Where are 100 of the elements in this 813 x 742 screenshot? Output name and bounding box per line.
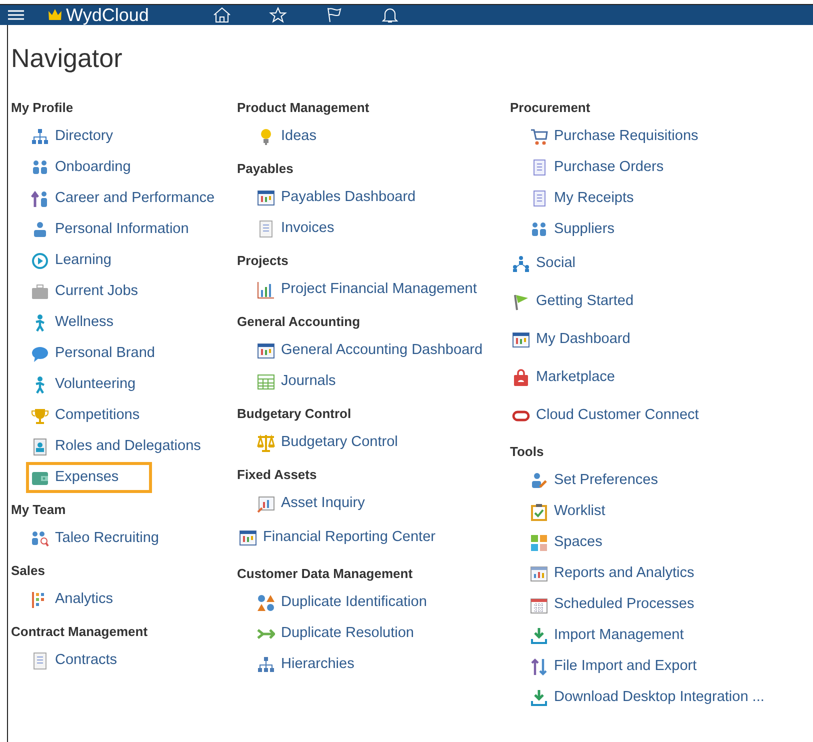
person-icon <box>31 220 49 238</box>
bell-icon[interactable] <box>380 7 399 23</box>
navigator-link[interactable]: Purchase Orders <box>525 152 673 183</box>
dashboard-icon <box>257 342 275 360</box>
navigator-link[interactable]: Duplicate Identification <box>252 587 436 618</box>
navigator-link[interactable]: Taleo Recruiting <box>26 523 168 554</box>
group-heading: Payables <box>237 160 294 178</box>
trophy-icon <box>31 406 49 424</box>
group-heading: Sales <box>11 562 46 580</box>
document-icon <box>257 220 275 238</box>
navigator-link[interactable]: Marketplace <box>507 359 624 397</box>
navigator-link[interactable]: Learning <box>26 245 120 276</box>
bar-chart-icon <box>257 280 275 298</box>
navigator-link[interactable]: Roles and Delegations <box>26 431 210 462</box>
navigator-link[interactable]: Social <box>507 245 584 283</box>
navigator-link[interactable]: Scheduled Processes <box>525 589 704 620</box>
navigator-link[interactable]: Current Jobs <box>26 276 148 307</box>
group-heading: Customer Data Management <box>237 565 414 583</box>
clipboard-icon <box>530 502 548 520</box>
navigator-link[interactable]: Invoices <box>252 213 344 244</box>
navigator-link[interactable]: Getting Started <box>507 283 643 321</box>
star-icon[interactable] <box>268 7 287 23</box>
dashboard-icon <box>239 529 257 547</box>
org-chart-icon <box>257 656 275 674</box>
download-icon <box>530 688 548 706</box>
flag-icon[interactable] <box>324 7 343 23</box>
navigator-link[interactable]: Personal Brand <box>26 338 164 369</box>
navigator-link[interactable]: Project Financial Management <box>252 274 486 305</box>
group-heading: My Team <box>11 501 67 519</box>
document-icon <box>31 652 49 670</box>
navigator-link[interactable]: Financial Reporting Center <box>234 519 444 557</box>
home-icon[interactable] <box>212 7 231 23</box>
navigator-link[interactable]: Duplicate Resolution <box>252 618 423 649</box>
navigator-link[interactable]: Purchase Requisitions <box>525 121 708 152</box>
dashboard-icon <box>512 331 530 349</box>
flag-icon <box>512 293 530 311</box>
navigator-link[interactable]: My Dashboard <box>507 321 640 359</box>
navigator-link[interactable]: Download Desktop Integration ... <box>525 682 774 713</box>
people-icon <box>31 530 49 548</box>
navigator-link[interactable]: Ideas <box>252 121 326 152</box>
navigator-link[interactable]: Import Management <box>525 620 693 651</box>
navigator-link[interactable]: Set Preferences <box>525 465 667 496</box>
org-chart-icon <box>31 128 49 146</box>
tiles-icon <box>530 534 548 552</box>
navigator-link[interactable]: General Accounting Dashboard <box>252 335 492 366</box>
logo[interactable]: WydCloud <box>66 5 149 25</box>
report-icon <box>530 564 548 582</box>
navigator-link[interactable]: Suppliers <box>525 214 624 245</box>
group-heading: My Profile <box>11 99 74 117</box>
navigator-link[interactable]: Wellness <box>26 307 123 338</box>
navigator-link[interactable]: Worklist <box>525 496 614 527</box>
group-heading: Fixed Assets <box>237 466 318 484</box>
person-pencil-icon <box>530 472 548 490</box>
navigator-link[interactable]: Asset Inquiry <box>252 488 374 519</box>
navigator-link[interactable]: Reports and Analytics <box>525 558 704 589</box>
group-heading: Projects <box>237 252 290 270</box>
group-heading: Tools <box>510 443 545 461</box>
group-heading: Product Management <box>237 99 370 117</box>
dashboard-icon <box>257 188 275 206</box>
group-heading: General Accounting <box>237 313 362 331</box>
menu-icon[interactable] <box>8 8 24 22</box>
briefcase-icon <box>31 282 49 300</box>
download-icon <box>530 626 548 644</box>
navigator-link[interactable]: Payables Dashboard <box>252 182 425 213</box>
navigator-link[interactable]: Career and Performance <box>26 183 224 214</box>
calendar-icon <box>530 596 548 614</box>
arrow-person-icon <box>31 190 49 208</box>
navigator-link[interactable]: Journals <box>252 366 345 397</box>
shopping-bag-icon <box>512 369 530 387</box>
navigator-link[interactable]: Spaces <box>525 527 612 558</box>
navigator-link[interactable]: Volunteering <box>26 369 145 400</box>
chart-icon <box>257 494 275 512</box>
navigator-link[interactable]: Personal Information <box>26 214 198 245</box>
navigator-link[interactable]: Contracts <box>26 645 126 676</box>
shapes-icon <box>257 594 275 612</box>
people-network-icon <box>512 255 530 273</box>
group-heading: Budgetary Control <box>237 405 352 423</box>
navigator-link[interactable]: Hierarchies <box>252 649 364 680</box>
people-icon <box>530 220 548 238</box>
speech-bubble-icon <box>31 344 49 362</box>
up-down-arrows-icon <box>530 658 548 676</box>
play-icon <box>31 252 49 270</box>
navigator-link[interactable]: Analytics <box>26 584 122 615</box>
navigator-link[interactable]: My Receipts <box>525 183 643 214</box>
people-icon <box>31 158 49 176</box>
group-heading: Contract Management <box>11 623 149 641</box>
navigator-link[interactable]: Onboarding <box>26 152 140 183</box>
scale-icon <box>257 434 275 452</box>
cart-icon <box>530 128 548 146</box>
navigator-link[interactable]: Directory <box>26 121 122 152</box>
page-title: Navigator <box>11 42 124 75</box>
navigator-link[interactable]: File Import and Export <box>525 651 706 682</box>
navigator-link[interactable]: Expenses <box>26 462 152 493</box>
id-card-icon <box>31 438 49 456</box>
crown-icon <box>48 8 62 22</box>
table-icon <box>257 372 275 390</box>
navigator-link[interactable]: Competitions <box>26 400 149 431</box>
group-heading: Procurement <box>510 99 592 117</box>
navigator-link[interactable]: Budgetary Control <box>252 427 407 458</box>
navigator-link[interactable]: Cloud Customer Connect <box>507 397 708 435</box>
